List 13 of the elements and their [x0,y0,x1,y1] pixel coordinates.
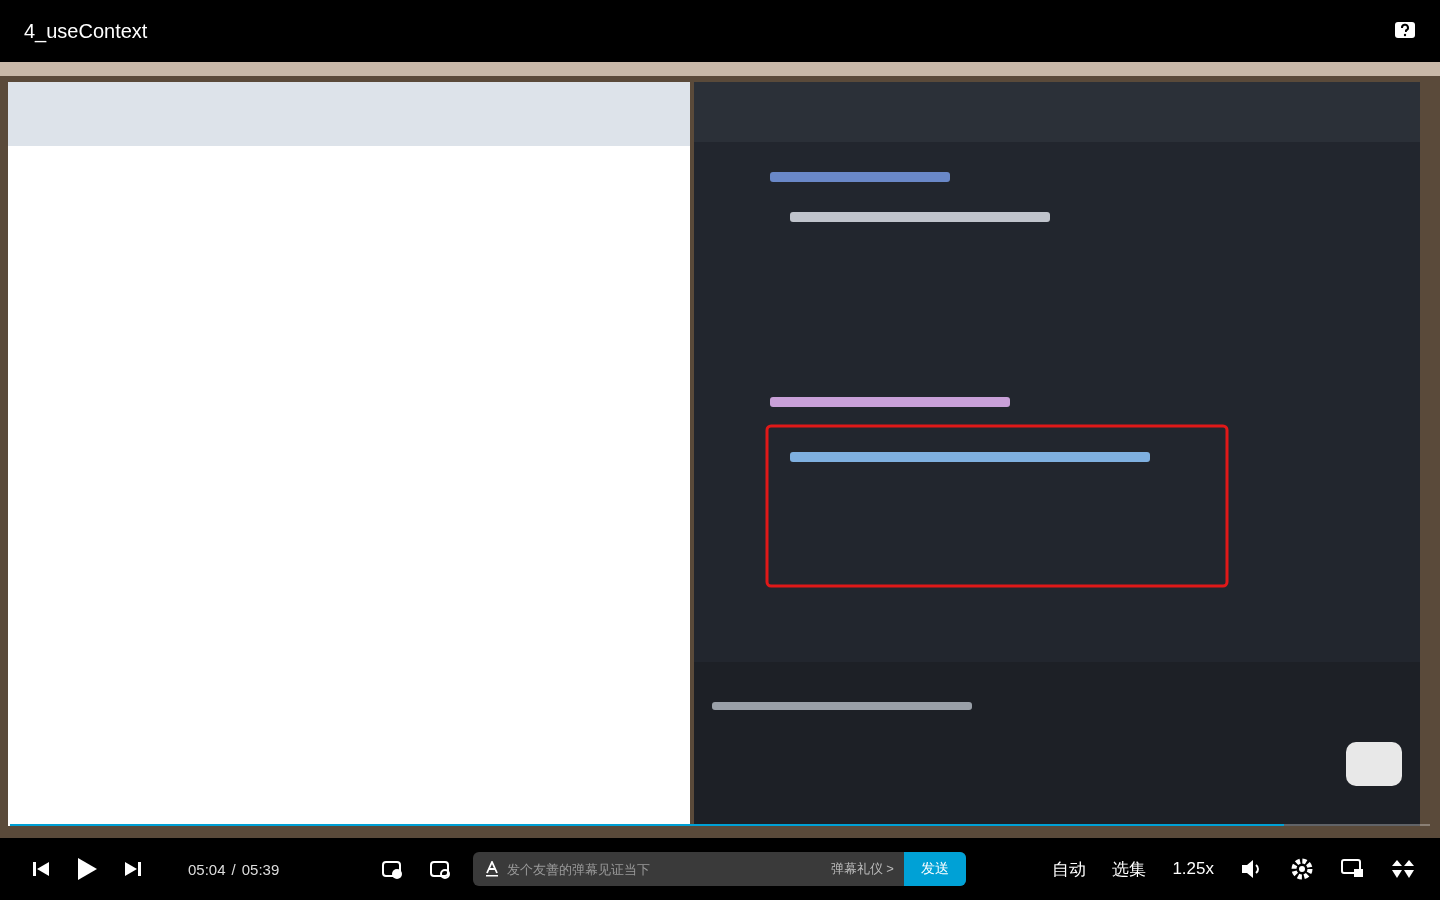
etiquette-link[interactable]: 弹幕礼仪 > [830,860,894,878]
skip-back-icon[interactable] [32,860,50,878]
danmaku-input[interactable]: 发个友善的弹幕见证当下 弹幕礼仪 > 发送 [473,852,966,886]
skip-forward-icon[interactable] [124,860,142,878]
text-style-icon[interactable] [485,861,500,877]
time-separator: / [231,860,236,878]
current-time: 05:04 [188,860,226,878]
player-option[interactable]: 自动 [1048,857,1091,881]
help-icon[interactable] [1394,21,1416,41]
player-option[interactable]: 1.25x [1168,859,1218,879]
player-option[interactable]: 选集 [1108,857,1151,881]
duration: 05:39 [241,860,280,878]
video-title: 4_useContext [24,19,148,43]
